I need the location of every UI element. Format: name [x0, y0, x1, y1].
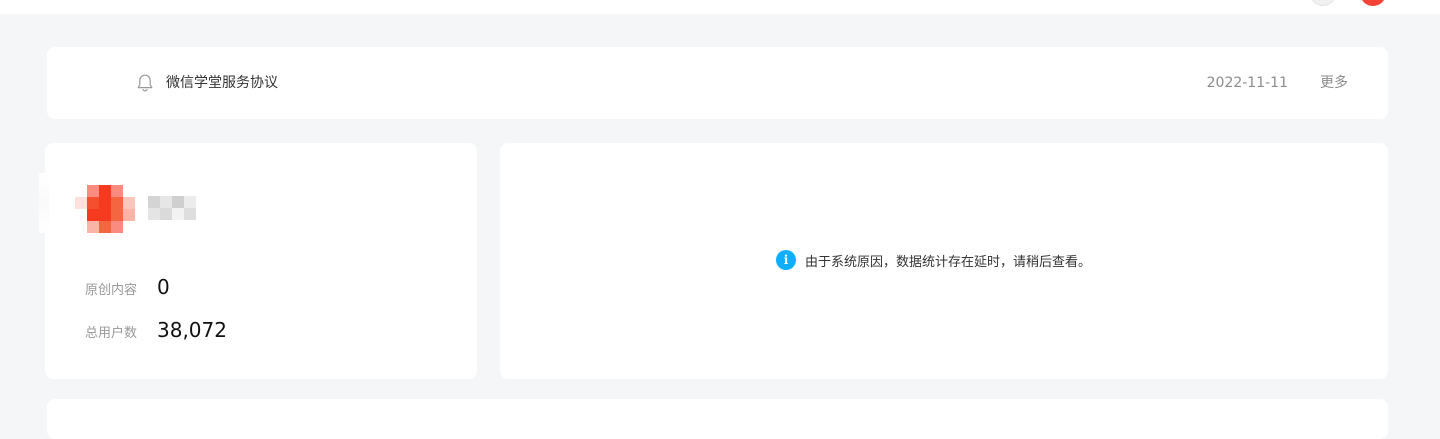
info-icon: i: [776, 250, 796, 270]
stat-total-users: 总用户数 38,072: [85, 318, 227, 342]
stat-value: 0: [157, 275, 170, 299]
delay-message: 由于系统原因，数据统计存在延时，请稍后查看。: [805, 254, 1092, 270]
redacted-mark: [39, 173, 49, 233]
stat-label: 总用户数: [85, 326, 138, 341]
stat-value: 38,072: [157, 318, 227, 342]
notice-bar: 微信学堂服务协议 2022-11-11 更多: [47, 47, 1388, 119]
delay-notice: i 由于系统原因，数据统计存在延时，请稍后查看。: [776, 250, 1091, 270]
more-link[interactable]: 更多: [1320, 75, 1348, 91]
top-navigation-bar: [0, 0, 1440, 14]
account-name-redacted: [148, 196, 196, 220]
user-avatar[interactable]: [1360, 0, 1386, 6]
account-avatar: [75, 185, 135, 233]
stat-label: 原创内容: [85, 283, 138, 298]
data-statistics-panel: i 由于系统原因，数据统计存在延时，请稍后查看。: [500, 143, 1388, 379]
stat-original-content: 原创内容 0: [85, 275, 170, 299]
account-overview-card: 原创内容 0 总用户数 38,072: [39, 143, 477, 379]
topbar-icon[interactable]: [1310, 0, 1336, 6]
bell-icon: [137, 74, 153, 92]
next-section-card: [47, 399, 1388, 439]
notice-title[interactable]: 微信学堂服务协议: [166, 75, 278, 91]
notice-date: 2022-11-11: [1206, 75, 1288, 91]
